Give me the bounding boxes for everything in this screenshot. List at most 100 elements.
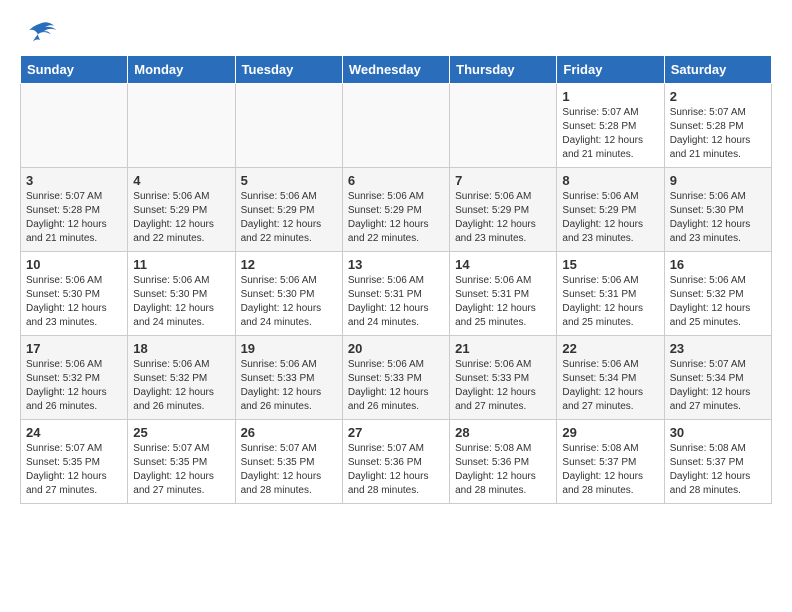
calendar-cell	[450, 84, 557, 168]
day-info: Sunrise: 5:06 AM Sunset: 5:29 PM Dayligh…	[241, 190, 337, 246]
day-number: 3	[26, 173, 122, 188]
day-number: 18	[133, 341, 229, 356]
day-number: 7	[455, 173, 551, 188]
day-number: 22	[562, 341, 658, 356]
day-info: Sunrise: 5:06 AM Sunset: 5:29 PM Dayligh…	[455, 190, 551, 246]
day-info: Sunrise: 5:07 AM Sunset: 5:28 PM Dayligh…	[562, 106, 658, 162]
calendar-cell: 20 Sunrise: 5:06 AM Sunset: 5:33 PM Dayli…	[342, 336, 449, 420]
day-info: Sunrise: 5:08 AM Sunset: 5:37 PM Dayligh…	[562, 442, 658, 498]
page-header	[20, 20, 772, 45]
calendar-cell: 22 Sunrise: 5:06 AM Sunset: 5:34 PM Dayli…	[557, 336, 664, 420]
day-info: Sunrise: 5:06 AM Sunset: 5:29 PM Dayligh…	[133, 190, 229, 246]
day-number: 21	[455, 341, 551, 356]
calendar-cell: 21 Sunrise: 5:06 AM Sunset: 5:33 PM Dayli…	[450, 336, 557, 420]
calendar-cell: 10 Sunrise: 5:06 AM Sunset: 5:30 PM Dayli…	[21, 252, 128, 336]
weekday-header-sunday: Sunday	[21, 56, 128, 84]
day-number: 2	[670, 89, 766, 104]
day-number: 30	[670, 425, 766, 440]
day-info: Sunrise: 5:07 AM Sunset: 5:35 PM Dayligh…	[241, 442, 337, 498]
calendar-cell	[235, 84, 342, 168]
day-number: 5	[241, 173, 337, 188]
day-info: Sunrise: 5:07 AM Sunset: 5:34 PM Dayligh…	[670, 358, 766, 414]
calendar-week-3: 10 Sunrise: 5:06 AM Sunset: 5:30 PM Dayli…	[21, 252, 772, 336]
calendar-cell: 13 Sunrise: 5:06 AM Sunset: 5:31 PM Dayli…	[342, 252, 449, 336]
day-info: Sunrise: 5:07 AM Sunset: 5:28 PM Dayligh…	[26, 190, 122, 246]
calendar-cell: 3 Sunrise: 5:07 AM Sunset: 5:28 PM Daylig…	[21, 168, 128, 252]
calendar-cell: 6 Sunrise: 5:06 AM Sunset: 5:29 PM Daylig…	[342, 168, 449, 252]
day-number: 12	[241, 257, 337, 272]
calendar-cell: 8 Sunrise: 5:06 AM Sunset: 5:29 PM Daylig…	[557, 168, 664, 252]
day-number: 10	[26, 257, 122, 272]
calendar-cell: 7 Sunrise: 5:06 AM Sunset: 5:29 PM Daylig…	[450, 168, 557, 252]
day-info: Sunrise: 5:06 AM Sunset: 5:29 PM Dayligh…	[562, 190, 658, 246]
day-number: 17	[26, 341, 122, 356]
logo	[20, 20, 64, 45]
day-info: Sunrise: 5:07 AM Sunset: 5:35 PM Dayligh…	[26, 442, 122, 498]
day-number: 13	[348, 257, 444, 272]
day-number: 27	[348, 425, 444, 440]
weekday-header-tuesday: Tuesday	[235, 56, 342, 84]
weekday-header-monday: Monday	[128, 56, 235, 84]
calendar-cell: 17 Sunrise: 5:06 AM Sunset: 5:32 PM Dayli…	[21, 336, 128, 420]
weekday-header-saturday: Saturday	[664, 56, 771, 84]
calendar-week-2: 3 Sunrise: 5:07 AM Sunset: 5:28 PM Daylig…	[21, 168, 772, 252]
day-number: 9	[670, 173, 766, 188]
day-info: Sunrise: 5:06 AM Sunset: 5:31 PM Dayligh…	[455, 274, 551, 330]
day-number: 20	[348, 341, 444, 356]
calendar-cell: 5 Sunrise: 5:06 AM Sunset: 5:29 PM Daylig…	[235, 168, 342, 252]
day-number: 15	[562, 257, 658, 272]
day-number: 1	[562, 89, 658, 104]
day-number: 6	[348, 173, 444, 188]
calendar-header-row: SundayMondayTuesdayWednesdayThursdayFrid…	[21, 56, 772, 84]
calendar-cell: 23 Sunrise: 5:07 AM Sunset: 5:34 PM Dayli…	[664, 336, 771, 420]
day-info: Sunrise: 5:06 AM Sunset: 5:29 PM Dayligh…	[348, 190, 444, 246]
day-number: 19	[241, 341, 337, 356]
calendar-cell: 27 Sunrise: 5:07 AM Sunset: 5:36 PM Dayli…	[342, 420, 449, 504]
day-info: Sunrise: 5:06 AM Sunset: 5:30 PM Dayligh…	[133, 274, 229, 330]
day-info: Sunrise: 5:06 AM Sunset: 5:32 PM Dayligh…	[26, 358, 122, 414]
day-info: Sunrise: 5:06 AM Sunset: 5:32 PM Dayligh…	[670, 274, 766, 330]
weekday-header-thursday: Thursday	[450, 56, 557, 84]
calendar-cell: 2 Sunrise: 5:07 AM Sunset: 5:28 PM Daylig…	[664, 84, 771, 168]
calendar-cell: 28 Sunrise: 5:08 AM Sunset: 5:36 PM Dayli…	[450, 420, 557, 504]
day-number: 16	[670, 257, 766, 272]
calendar-week-5: 24 Sunrise: 5:07 AM Sunset: 5:35 PM Dayli…	[21, 420, 772, 504]
day-info: Sunrise: 5:06 AM Sunset: 5:30 PM Dayligh…	[26, 274, 122, 330]
calendar-cell: 19 Sunrise: 5:06 AM Sunset: 5:33 PM Dayli…	[235, 336, 342, 420]
calendar-cell: 1 Sunrise: 5:07 AM Sunset: 5:28 PM Daylig…	[557, 84, 664, 168]
weekday-header-friday: Friday	[557, 56, 664, 84]
day-number: 28	[455, 425, 551, 440]
day-number: 11	[133, 257, 229, 272]
day-info: Sunrise: 5:06 AM Sunset: 5:31 PM Dayligh…	[348, 274, 444, 330]
day-info: Sunrise: 5:06 AM Sunset: 5:31 PM Dayligh…	[562, 274, 658, 330]
day-info: Sunrise: 5:06 AM Sunset: 5:33 PM Dayligh…	[455, 358, 551, 414]
day-info: Sunrise: 5:06 AM Sunset: 5:30 PM Dayligh…	[241, 274, 337, 330]
calendar-cell: 26 Sunrise: 5:07 AM Sunset: 5:35 PM Dayli…	[235, 420, 342, 504]
day-info: Sunrise: 5:08 AM Sunset: 5:37 PM Dayligh…	[670, 442, 766, 498]
day-number: 8	[562, 173, 658, 188]
day-info: Sunrise: 5:06 AM Sunset: 5:30 PM Dayligh…	[670, 190, 766, 246]
day-number: 14	[455, 257, 551, 272]
calendar-cell: 18 Sunrise: 5:06 AM Sunset: 5:32 PM Dayli…	[128, 336, 235, 420]
day-info: Sunrise: 5:07 AM Sunset: 5:28 PM Dayligh…	[670, 106, 766, 162]
calendar-cell: 14 Sunrise: 5:06 AM Sunset: 5:31 PM Dayli…	[450, 252, 557, 336]
day-info: Sunrise: 5:06 AM Sunset: 5:33 PM Dayligh…	[348, 358, 444, 414]
day-number: 24	[26, 425, 122, 440]
day-info: Sunrise: 5:06 AM Sunset: 5:34 PM Dayligh…	[562, 358, 658, 414]
day-number: 23	[670, 341, 766, 356]
calendar-cell: 15 Sunrise: 5:06 AM Sunset: 5:31 PM Dayli…	[557, 252, 664, 336]
day-number: 4	[133, 173, 229, 188]
calendar-cell: 4 Sunrise: 5:06 AM Sunset: 5:29 PM Daylig…	[128, 168, 235, 252]
calendar-cell	[21, 84, 128, 168]
calendar-cell: 16 Sunrise: 5:06 AM Sunset: 5:32 PM Dayli…	[664, 252, 771, 336]
day-info: Sunrise: 5:07 AM Sunset: 5:36 PM Dayligh…	[348, 442, 444, 498]
day-info: Sunrise: 5:08 AM Sunset: 5:36 PM Dayligh…	[455, 442, 551, 498]
calendar-table: SundayMondayTuesdayWednesdayThursdayFrid…	[20, 55, 772, 504]
day-info: Sunrise: 5:06 AM Sunset: 5:32 PM Dayligh…	[133, 358, 229, 414]
calendar-cell: 24 Sunrise: 5:07 AM Sunset: 5:35 PM Dayli…	[21, 420, 128, 504]
day-number: 26	[241, 425, 337, 440]
calendar-cell: 9 Sunrise: 5:06 AM Sunset: 5:30 PM Daylig…	[664, 168, 771, 252]
calendar-week-4: 17 Sunrise: 5:06 AM Sunset: 5:32 PM Dayli…	[21, 336, 772, 420]
calendar-cell	[128, 84, 235, 168]
day-info: Sunrise: 5:06 AM Sunset: 5:33 PM Dayligh…	[241, 358, 337, 414]
